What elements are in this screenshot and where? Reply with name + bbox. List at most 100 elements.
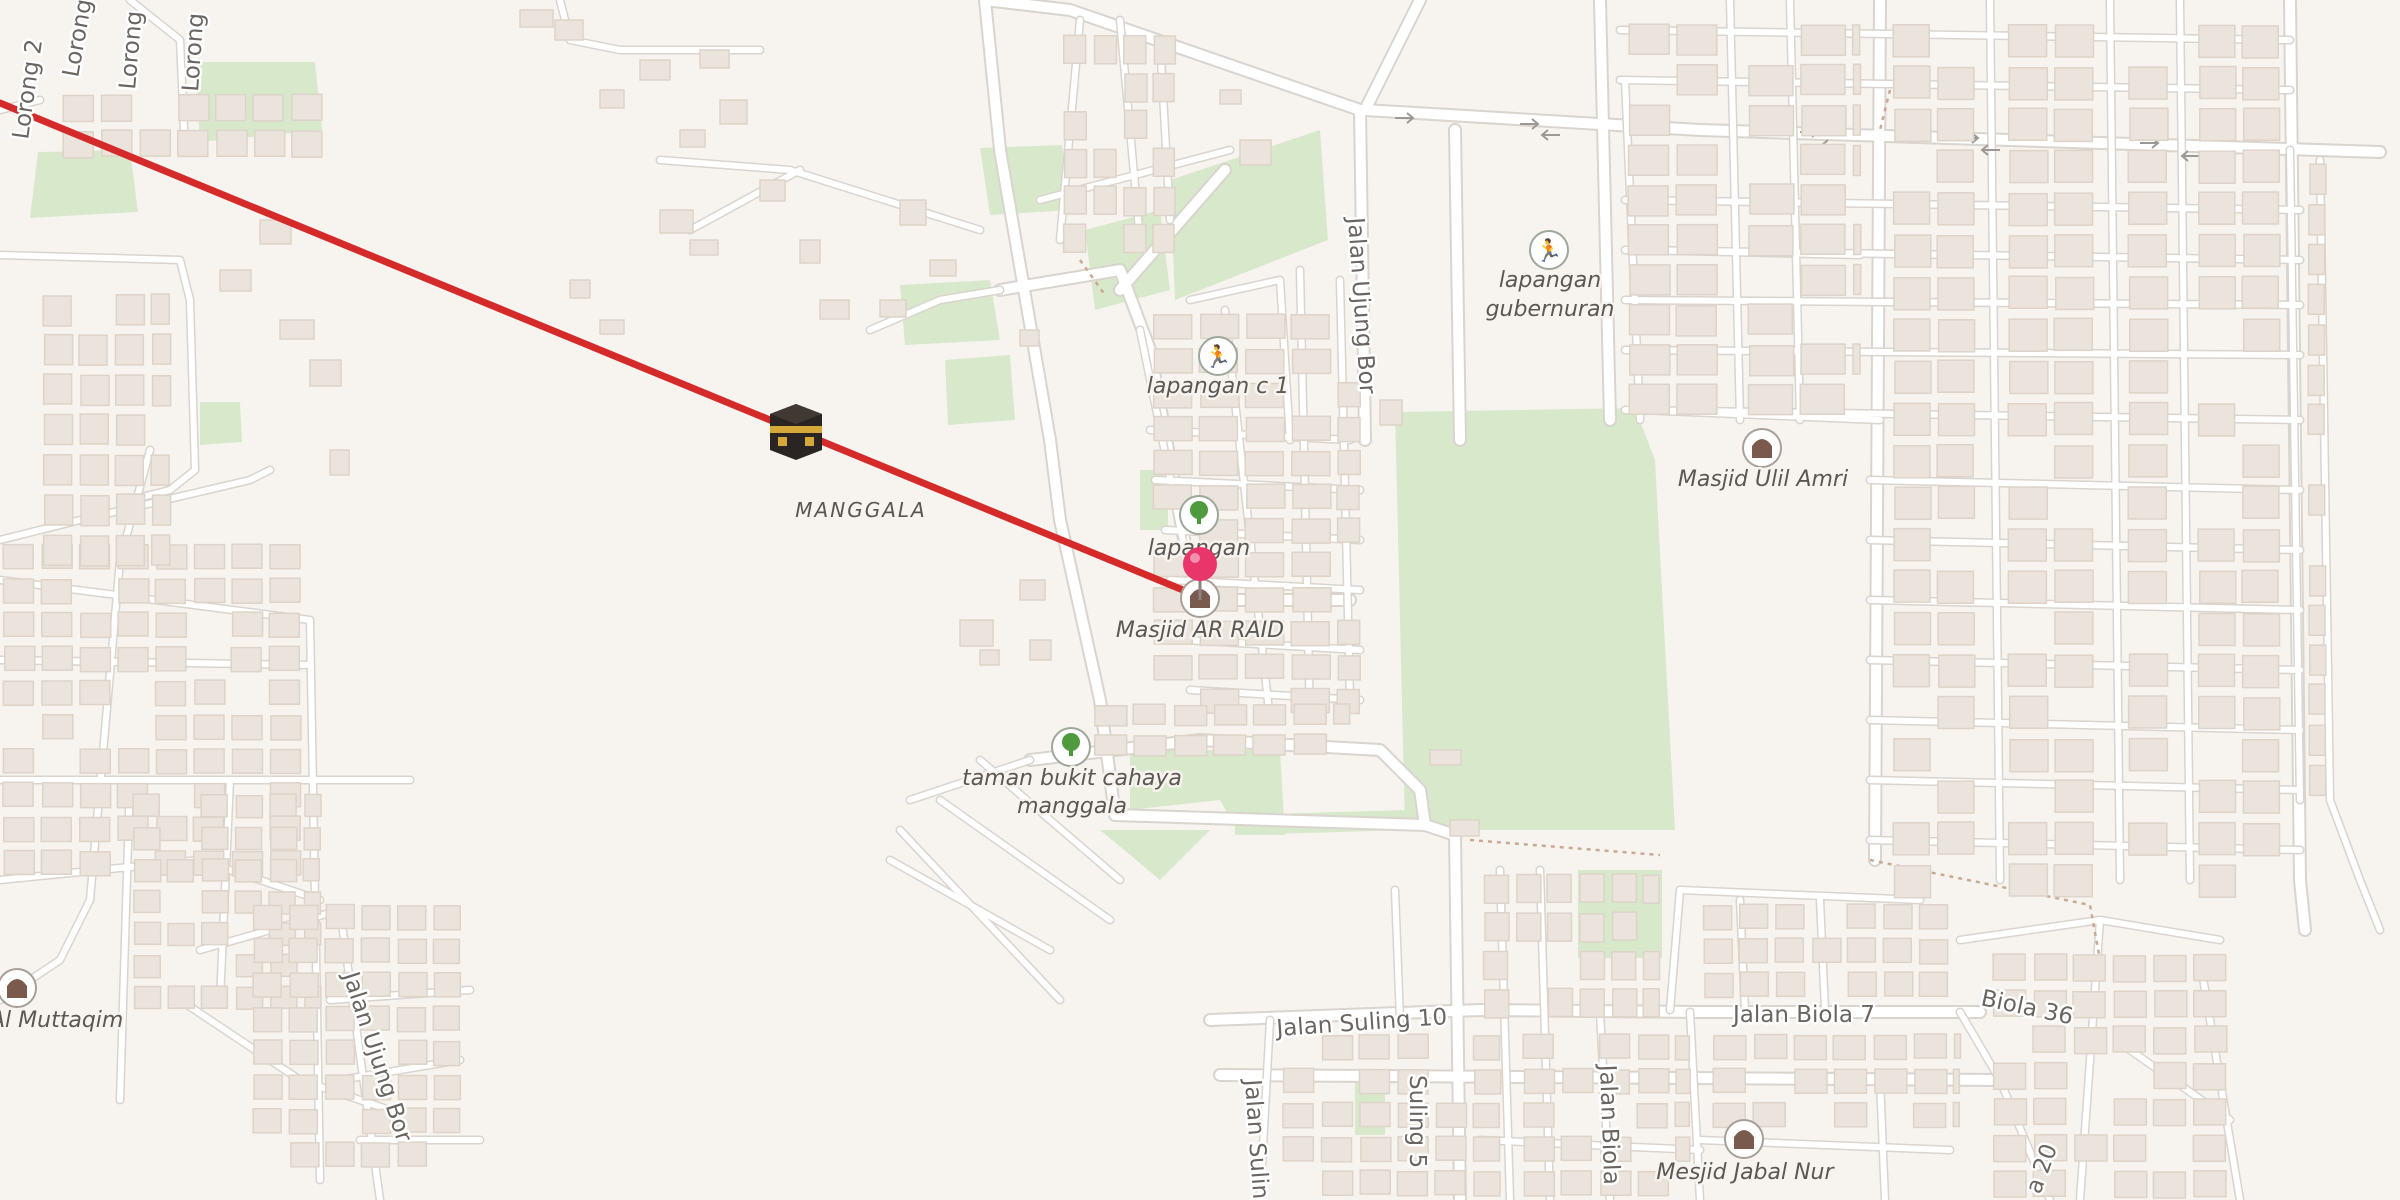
building (432, 1040, 461, 1067)
building (1638, 1067, 1670, 1094)
building (1794, 1068, 1828, 1095)
building (2, 611, 35, 638)
building (1291, 415, 1332, 442)
building (899, 199, 927, 226)
building (115, 534, 146, 567)
building (252, 94, 284, 122)
building (1936, 570, 1975, 605)
building (1062, 34, 1087, 65)
building (2197, 403, 2236, 437)
building (1993, 1170, 2027, 1198)
building (639, 59, 671, 81)
building (1642, 988, 1660, 1018)
building (2128, 66, 2168, 100)
building (1952, 1068, 1961, 1095)
building (2054, 654, 2094, 689)
building (1174, 734, 1208, 757)
building (1749, 183, 1795, 215)
building (1704, 972, 1734, 999)
building (1800, 63, 1846, 96)
building (231, 714, 263, 741)
building (304, 793, 322, 818)
building (114, 334, 145, 366)
building (1938, 654, 1976, 688)
building (155, 749, 188, 775)
kaaba-icon[interactable] (770, 404, 822, 460)
building (117, 611, 149, 637)
building (1522, 1033, 1554, 1060)
building (433, 1074, 462, 1101)
building (1992, 953, 2026, 981)
street-label-jalan-biola-7: Jalan Biola 7 (1731, 1002, 1875, 1028)
building (1893, 445, 1931, 479)
building (1219, 89, 1242, 105)
building (1244, 450, 1284, 477)
building (1291, 551, 1331, 578)
building (1358, 1034, 1390, 1060)
building (2128, 822, 2168, 856)
building (1093, 148, 1117, 179)
building (1123, 187, 1147, 217)
building (1482, 950, 1509, 981)
building (80, 374, 110, 407)
building (433, 905, 461, 931)
building (1153, 35, 1177, 65)
building (2008, 318, 2048, 352)
poi-al-muttaqim[interactable]: Al Muttaqim (0, 968, 126, 1036)
building (118, 578, 150, 604)
building (1637, 1034, 1670, 1060)
building (1833, 1068, 1868, 1095)
poi-lapangan-gubernuran[interactable]: 🏃 lapangan gubernuran (1483, 230, 1617, 325)
building (2198, 191, 2236, 225)
building (2127, 486, 2167, 520)
building (1892, 24, 1930, 58)
building (2153, 1061, 2187, 1090)
building (156, 815, 188, 842)
building (432, 1005, 461, 1031)
building (1291, 518, 1331, 544)
building (1153, 348, 1194, 374)
building (2112, 955, 2147, 983)
building (1483, 874, 1510, 905)
building (1379, 399, 1403, 426)
poi-label: taman bukit cahaya (962, 766, 1182, 791)
building (1198, 450, 1239, 477)
building (2243, 697, 2281, 731)
building (1123, 223, 1147, 254)
building (1321, 1170, 1354, 1196)
building (2309, 644, 2327, 676)
building (269, 577, 301, 603)
building (1793, 1034, 1828, 1061)
building (193, 543, 226, 570)
building (1812, 937, 1842, 964)
building (325, 903, 356, 930)
building (1245, 348, 1285, 375)
poi-masjid-ulil-amri[interactable]: Masjid Ulil Amri (1675, 428, 1851, 495)
building (1282, 1102, 1314, 1129)
building (1560, 1170, 1592, 1196)
building (1560, 1135, 1593, 1162)
building (2053, 401, 2094, 436)
building (1244, 653, 1285, 680)
building (1912, 1102, 1947, 1129)
building (1738, 937, 1768, 964)
building (1752, 1101, 1786, 1128)
building (1676, 344, 1718, 376)
building (2307, 484, 2326, 516)
building (2053, 108, 2094, 143)
building (155, 714, 187, 741)
building (1628, 23, 1670, 55)
building (1473, 1171, 1501, 1197)
building (40, 849, 73, 875)
building (1628, 104, 1671, 137)
building (2198, 612, 2236, 647)
building (1546, 873, 1572, 904)
map-canvas[interactable]: MANGGALA 🏃 lapangan gubernuran 🏃 lapanga… (0, 0, 2400, 1200)
building (1063, 148, 1088, 179)
building (396, 1006, 427, 1033)
building (1093, 734, 1128, 756)
building (2032, 1025, 2066, 1053)
building (2127, 570, 2168, 605)
building (288, 937, 318, 964)
building (1676, 263, 1718, 296)
